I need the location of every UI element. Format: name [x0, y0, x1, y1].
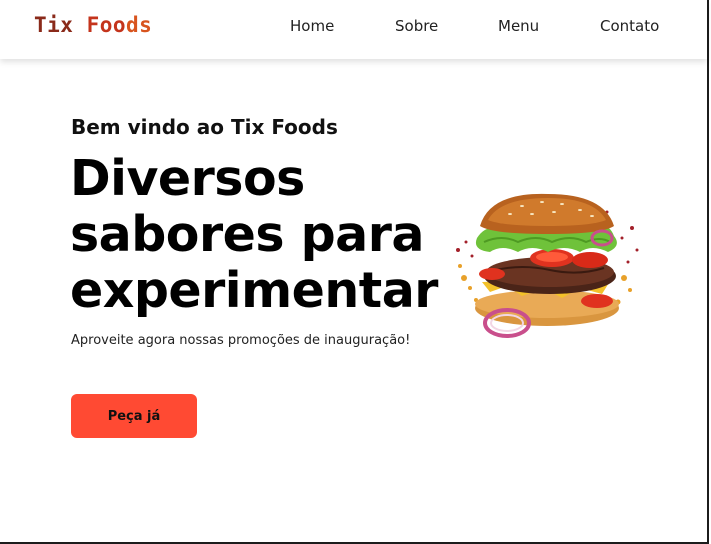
hero-title-line: experimentar	[70, 262, 438, 319]
hero-title-line: Diversos	[70, 150, 305, 207]
nav-link-about[interactable]: Sobre	[395, 17, 438, 35]
brand-logo-part: ds	[126, 13, 153, 37]
navbar: Tix Foods Home Sobre Menu Contato	[0, 0, 707, 59]
brand-logo[interactable]: Tix Foods	[34, 13, 152, 37]
order-now-button[interactable]: Peça já	[71, 394, 197, 438]
nav-link-contact[interactable]: Contato	[600, 17, 659, 35]
hero-title: Diversos sabores para experimentar	[70, 151, 470, 319]
hero-subtitle: Bem vindo ao Tix Foods	[71, 115, 338, 139]
hero-description: Aproveite agora nossas promoções de inau…	[71, 333, 411, 348]
brand-logo-part: Tix	[34, 13, 87, 37]
brand-logo-part: Foo	[86, 13, 127, 37]
nav-link-menu[interactable]: Menu	[498, 17, 539, 35]
nav-link-home[interactable]: Home	[290, 17, 334, 35]
hero-title-line: sabores para	[70, 206, 424, 263]
burger-image	[456, 193, 639, 338]
page: Tix Foods Home Sobre Menu Contato Bem vi…	[0, 0, 709, 544]
